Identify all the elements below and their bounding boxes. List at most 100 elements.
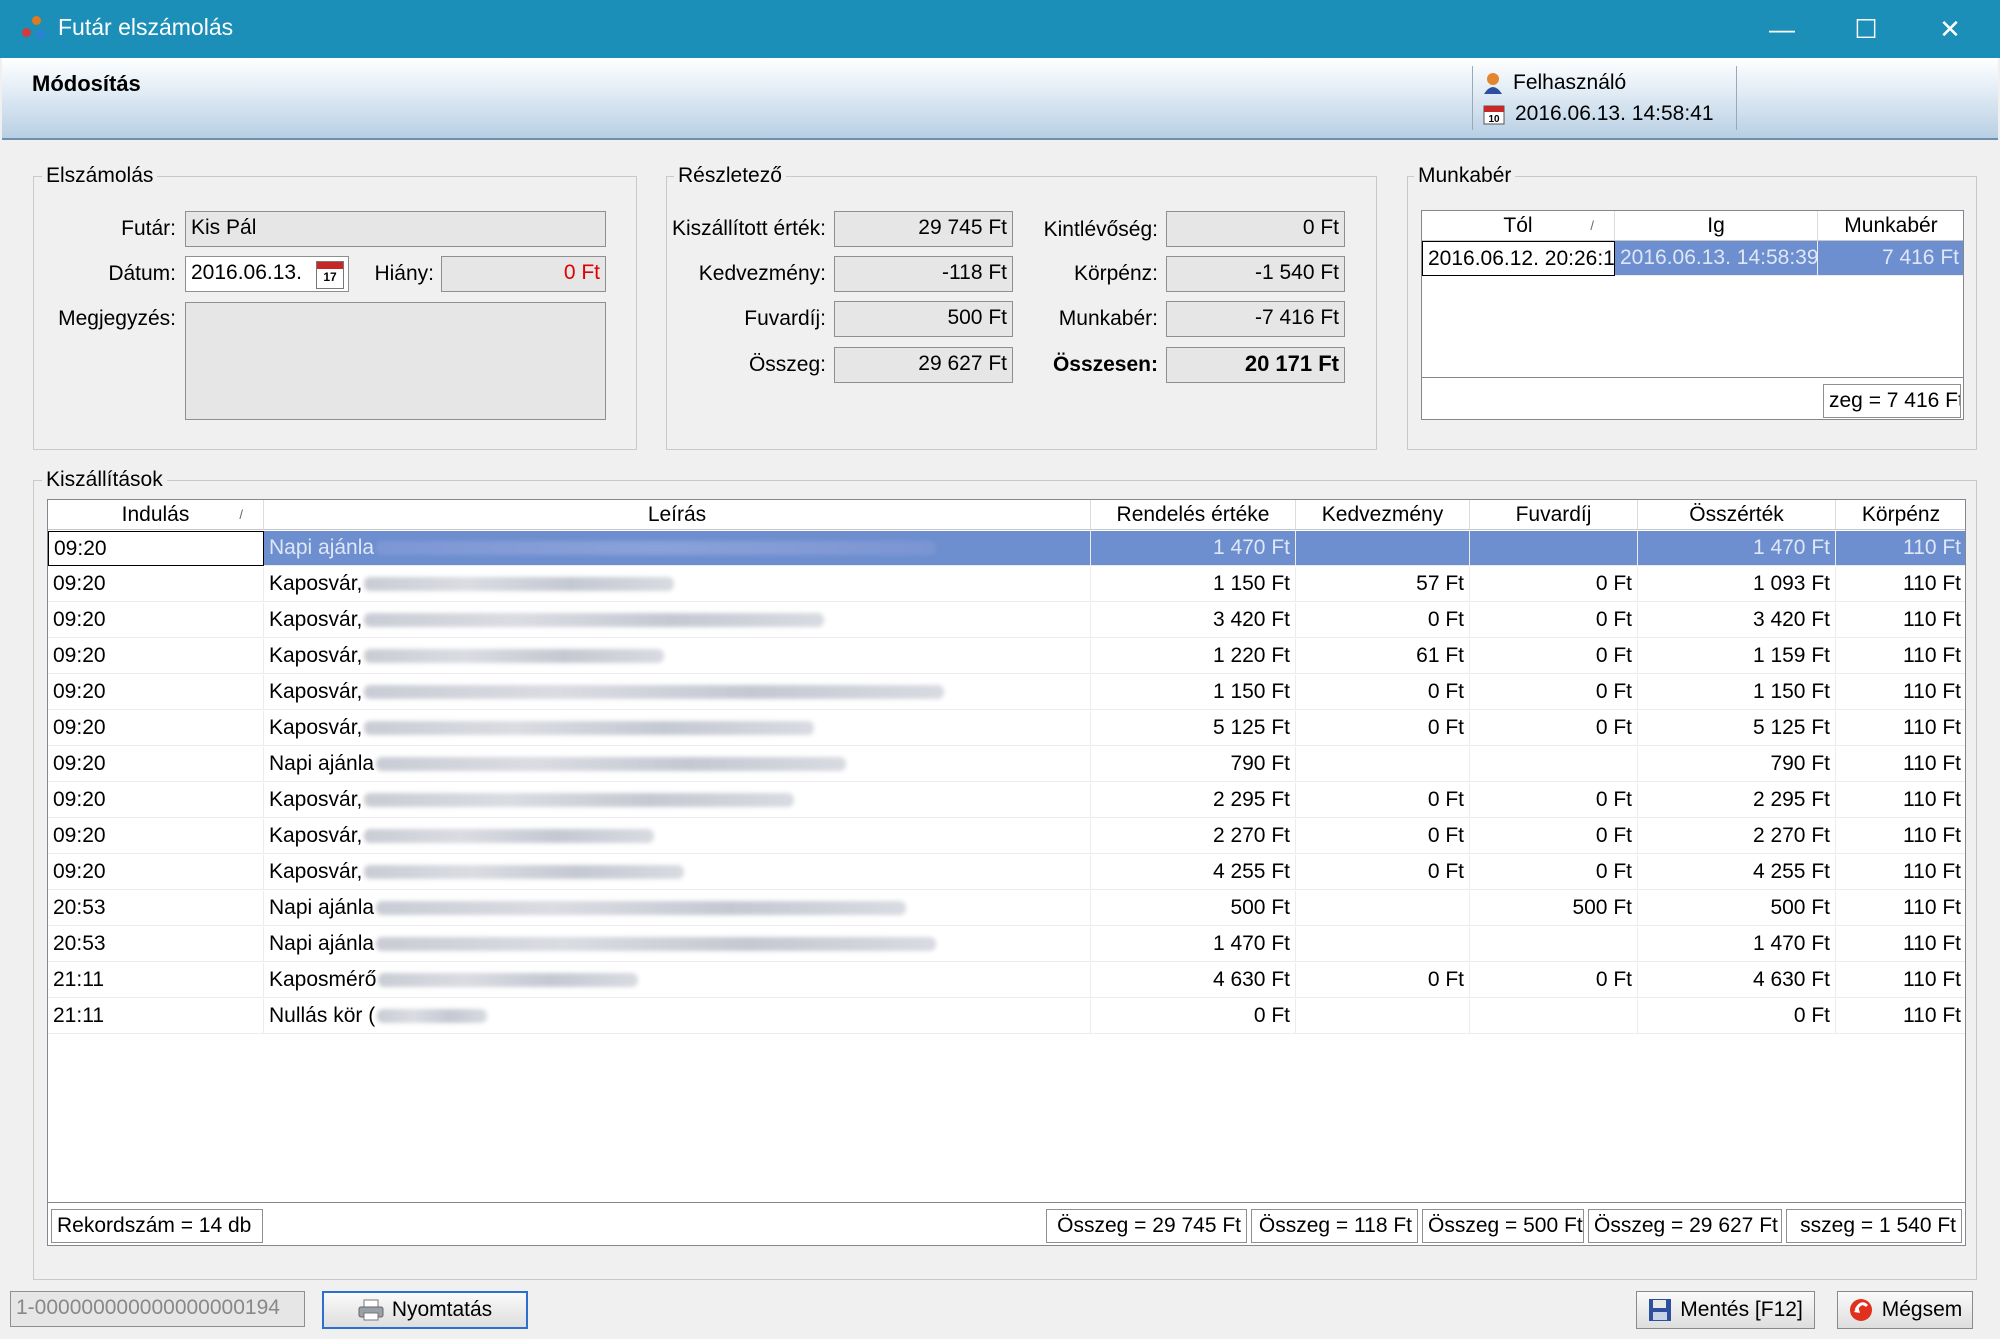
row-14-kedvezmeny[interactable] <box>1296 999 1470 1034</box>
munkaber-row-value[interactable]: 7 416 Ft <box>1818 241 1963 276</box>
row-4-fuvardij[interactable]: 0 Ft <box>1470 639 1638 674</box>
col-header-osszertek[interactable]: Összérték <box>1638 500 1836 530</box>
row-2-leiras[interactable]: Kaposvár, <box>264 567 1091 602</box>
row-13-kedvezmeny[interactable]: 0 Ft <box>1296 963 1470 998</box>
kintlevoseg-field[interactable]: 0 Ft <box>1166 211 1345 247</box>
row-13-osszertek[interactable]: 4 630 Ft <box>1638 963 1836 998</box>
row-9-indulas[interactable]: 09:20 <box>48 819 264 854</box>
row-7-kedvezmeny[interactable] <box>1296 747 1470 782</box>
col-header-leiras[interactable]: Leírás <box>264 500 1091 530</box>
row-11-rendeles[interactable]: 500 Ft <box>1091 891 1296 926</box>
munkaber-field[interactable]: -7 416 Ft <box>1166 301 1345 337</box>
row-10-leiras[interactable]: Kaposvár, <box>264 855 1091 890</box>
row-9-leiras[interactable]: Kaposvár, <box>264 819 1091 854</box>
munkaber-row-ig[interactable]: 2016.06.13. 14:58:39 <box>1615 241 1818 276</box>
korpenz-field[interactable]: -1 540 Ft <box>1166 256 1345 292</box>
row-2-korpenz[interactable]: 110 Ft <box>1836 567 1965 602</box>
col-header-fuvardij[interactable]: Fuvardíj <box>1470 500 1638 530</box>
row-10-osszertek[interactable]: 4 255 Ft <box>1638 855 1836 890</box>
row-2-osszertek[interactable]: 1 093 Ft <box>1638 567 1836 602</box>
maximize-button[interactable]: ☐ <box>1826 0 1906 58</box>
row-6-osszertek[interactable]: 5 125 Ft <box>1638 711 1836 746</box>
row-14-korpenz[interactable]: 110 Ft <box>1836 999 1965 1034</box>
row-12-osszertek[interactable]: 1 470 Ft <box>1638 927 1836 962</box>
save-button[interactable]: Mentés [F12] <box>1636 1291 1815 1329</box>
kedvezmeny-field[interactable]: -118 Ft <box>834 256 1013 292</box>
row-12-fuvardij[interactable] <box>1470 927 1638 962</box>
row-13-leiras[interactable]: Kaposmérő <box>264 963 1091 998</box>
row-11-fuvardij[interactable]: 500 Ft <box>1470 891 1638 926</box>
row-3-kedvezmeny[interactable]: 0 Ft <box>1296 603 1470 638</box>
row-12-rendeles[interactable]: 1 470 Ft <box>1091 927 1296 962</box>
col-header-korpenz[interactable]: Körpénz <box>1836 500 1965 530</box>
row-7-rendeles[interactable]: 790 Ft <box>1091 747 1296 782</box>
row-12-kedvezmeny[interactable] <box>1296 927 1470 962</box>
row-7-indulas[interactable]: 09:20 <box>48 747 264 782</box>
row-4-leiras[interactable]: Kaposvár, <box>264 639 1091 674</box>
minimize-button[interactable]: — <box>1742 0 1822 58</box>
row-11-indulas[interactable]: 20:53 <box>48 891 264 926</box>
row-9-rendeles[interactable]: 2 270 Ft <box>1091 819 1296 854</box>
row-7-osszertek[interactable]: 790 Ft <box>1638 747 1836 782</box>
row-2-rendeles[interactable]: 1 150 Ft <box>1091 567 1296 602</box>
kiszallitasok-grid[interactable]: Indulás / Leírás Rendelés értéke Kedvezm… <box>47 499 1966 1246</box>
col-header-kedvezmeny[interactable]: Kedvezmény <box>1296 500 1470 530</box>
row-1-rendeles[interactable]: 1 470 Ft <box>1091 531 1296 566</box>
row-14-osszertek[interactable]: 0 Ft <box>1638 999 1836 1034</box>
row-8-leiras[interactable]: Kaposvár, <box>264 783 1091 818</box>
col-header-ig[interactable]: Ig <box>1615 211 1818 241</box>
row-13-korpenz[interactable]: 110 Ft <box>1836 963 1965 998</box>
row-8-korpenz[interactable]: 110 Ft <box>1836 783 1965 818</box>
row-6-indulas[interactable]: 09:20 <box>48 711 264 746</box>
row-10-indulas[interactable]: 09:20 <box>48 855 264 890</box>
munkaber-row-tol[interactable]: 2016.06.12. 20:26:1 <box>1422 241 1615 276</box>
row-11-osszertek[interactable]: 500 Ft <box>1638 891 1836 926</box>
col-header-indulas[interactable]: Indulás / <box>48 500 264 530</box>
row-8-indulas[interactable]: 09:20 <box>48 783 264 818</box>
row-10-fuvardij[interactable]: 0 Ft <box>1470 855 1638 890</box>
row-5-rendeles[interactable]: 1 150 Ft <box>1091 675 1296 710</box>
row-10-rendeles[interactable]: 4 255 Ft <box>1091 855 1296 890</box>
munkaber-grid[interactable]: Tól / Ig Munkabér 2016.06.12. 20:26:1 20… <box>1421 210 1964 420</box>
row-7-korpenz[interactable]: 110 Ft <box>1836 747 1965 782</box>
row-5-korpenz[interactable]: 110 Ft <box>1836 675 1965 710</box>
close-button[interactable]: ✕ <box>1910 0 1990 58</box>
cancel-button[interactable]: Mégsem <box>1837 1291 1973 1329</box>
row-1-indulas[interactable]: 09:20 <box>48 531 264 566</box>
row-1-kedvezmeny[interactable] <box>1296 531 1470 566</box>
row-2-fuvardij[interactable]: 0 Ft <box>1470 567 1638 602</box>
hiany-field[interactable]: 0 Ft <box>441 256 606 292</box>
osszesen-field[interactable]: 20 171 Ft <box>1166 347 1345 383</box>
col-header-rendeles[interactable]: Rendelés értéke <box>1091 500 1296 530</box>
row-14-leiras[interactable]: Nullás kör ( <box>264 999 1091 1034</box>
col-header-munkaber[interactable]: Munkabér <box>1818 211 1963 241</box>
row-10-kedvezmeny[interactable]: 0 Ft <box>1296 855 1470 890</box>
row-6-korpenz[interactable]: 110 Ft <box>1836 711 1965 746</box>
row-9-osszertek[interactable]: 2 270 Ft <box>1638 819 1836 854</box>
row-8-fuvardij[interactable]: 0 Ft <box>1470 783 1638 818</box>
row-3-rendeles[interactable]: 3 420 Ft <box>1091 603 1296 638</box>
row-6-kedvezmeny[interactable]: 0 Ft <box>1296 711 1470 746</box>
row-4-osszertek[interactable]: 1 159 Ft <box>1638 639 1836 674</box>
row-3-leiras[interactable]: Kaposvár, <box>264 603 1091 638</box>
row-6-leiras[interactable]: Kaposvár, <box>264 711 1091 746</box>
row-14-fuvardij[interactable] <box>1470 999 1638 1034</box>
row-1-osszertek[interactable]: 1 470 Ft <box>1638 531 1836 566</box>
osszeg-field[interactable]: 29 627 Ft <box>834 347 1013 383</box>
row-12-indulas[interactable]: 20:53 <box>48 927 264 962</box>
row-13-indulas[interactable]: 21:11 <box>48 963 264 998</box>
row-8-osszertek[interactable]: 2 295 Ft <box>1638 783 1836 818</box>
row-11-leiras[interactable]: Napi ajánla <box>264 891 1091 926</box>
calendar-picker-icon[interactable]: 17 <box>316 261 344 289</box>
row-4-indulas[interactable]: 09:20 <box>48 639 264 674</box>
row-11-kedvezmeny[interactable] <box>1296 891 1470 926</box>
row-14-rendeles[interactable]: 0 Ft <box>1091 999 1296 1034</box>
row-2-indulas[interactable]: 09:20 <box>48 567 264 602</box>
row-5-indulas[interactable]: 09:20 <box>48 675 264 710</box>
print-button[interactable]: Nyomtatás <box>322 1291 528 1329</box>
row-6-fuvardij[interactable]: 0 Ft <box>1470 711 1638 746</box>
row-7-leiras[interactable]: Napi ajánla <box>264 747 1091 782</box>
row-2-kedvezmeny[interactable]: 57 Ft <box>1296 567 1470 602</box>
row-10-korpenz[interactable]: 110 Ft <box>1836 855 1965 890</box>
row-5-kedvezmeny[interactable]: 0 Ft <box>1296 675 1470 710</box>
